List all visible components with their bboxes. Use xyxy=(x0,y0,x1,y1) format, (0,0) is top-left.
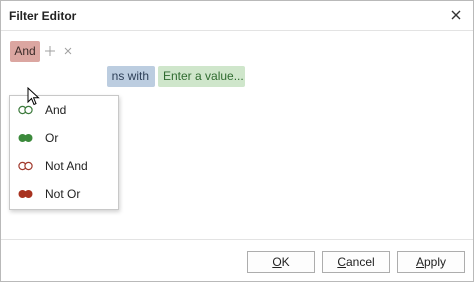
cancel-label-rest: ancel xyxy=(345,255,375,269)
window-title: Filter Editor xyxy=(9,9,77,23)
ok-label-rest: K xyxy=(281,255,290,269)
cancel-button[interactable]: Cancel xyxy=(322,251,390,273)
condition-operator[interactable]: ns with xyxy=(107,66,155,87)
add-condition-icon[interactable] xyxy=(45,45,55,57)
menu-item-label: Not And xyxy=(45,159,88,173)
menu-item-label: Or xyxy=(45,131,59,145)
filter-editor-area: And ns with Enter a value... And Or Not … xyxy=(1,32,473,239)
apply-label-rest: pply xyxy=(424,255,447,269)
close-icon[interactable] xyxy=(449,8,463,22)
cancel-mnemonic: C xyxy=(337,255,346,269)
title-bar: Filter Editor xyxy=(1,1,473,31)
remove-group-icon[interactable] xyxy=(63,46,73,56)
menu-item-label: Not Or xyxy=(45,187,81,201)
condition-value-input[interactable]: Enter a value... xyxy=(158,66,245,87)
filter-editor-window: Filter Editor And ns with Enter a value.… xyxy=(0,0,474,282)
apply-button[interactable]: Apply xyxy=(397,251,465,273)
menu-item-label: And xyxy=(45,103,67,117)
not-and-icon xyxy=(18,161,33,171)
apply-mnemonic: A xyxy=(415,255,424,269)
group-operator-menu: And Or Not And Not Or xyxy=(9,95,119,210)
ok-button[interactable]: OK xyxy=(247,251,315,273)
menu-item-or[interactable]: Or xyxy=(10,124,118,152)
menu-item-not-and[interactable]: Not And xyxy=(10,152,118,180)
dialog-footer: OK Cancel Apply xyxy=(1,239,473,281)
ok-mnemonic: O xyxy=(272,255,282,269)
menu-item-not-or[interactable]: Not Or xyxy=(10,180,118,208)
mouse-cursor-icon xyxy=(27,87,40,106)
not-or-icon xyxy=(18,190,33,198)
group-operator-button[interactable]: And xyxy=(10,41,40,62)
or-icon xyxy=(18,134,33,142)
